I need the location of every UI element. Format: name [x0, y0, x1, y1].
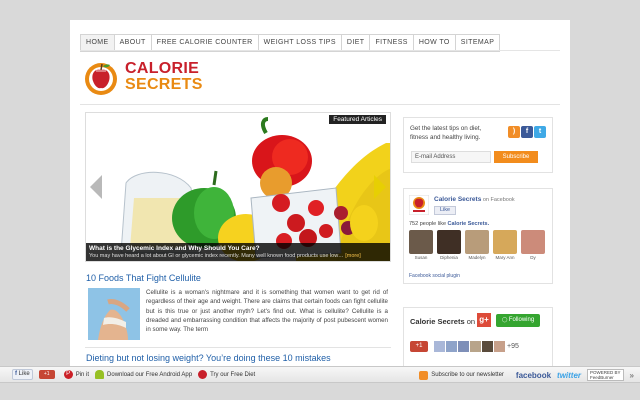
nav-weight-loss-tips[interactable]: WEIGHT LOSS TIPS: [259, 35, 342, 51]
nav-home[interactable]: HOME: [81, 35, 115, 51]
googleplus-widget: Calorie Secrets on g+ Following +1 +95: [403, 307, 553, 369]
nav-fitness[interactable]: FITNESS: [370, 35, 414, 51]
fb-fan[interactable]: Dy: [521, 230, 545, 260]
nav-how-to[interactable]: HOW TO: [414, 35, 456, 51]
facebook-icon[interactable]: f: [521, 126, 533, 138]
featured-articles-tag: Featured Articles: [329, 115, 386, 124]
facebook-small-icon: f: [15, 371, 17, 377]
email-field[interactable]: E-mail Address: [411, 151, 491, 163]
fb-like-button[interactable]: Like: [434, 206, 456, 215]
avatar: [437, 230, 461, 254]
avatar: [409, 230, 433, 254]
bottom-plus-one[interactable]: +1: [38, 370, 58, 379]
page-logo-icon[interactable]: [408, 194, 430, 216]
twitter-icon[interactable]: t: [534, 126, 546, 138]
newsletter-text: Get the latest tips on diet, fitness and…: [410, 125, 482, 141]
avatar: [493, 230, 517, 254]
fb-fan[interactable]: Diphenia: [437, 230, 461, 260]
bottom-right-group: Subscribe to our newsletter facebook twi…: [419, 369, 634, 381]
fb-fans: Susan Diphenia Madelyn Mary Ann Dy: [409, 230, 545, 260]
fb-fan[interactable]: Mary Ann: [493, 230, 517, 260]
slide-caption-text: You may have heard a lot about GI or gly…: [89, 253, 361, 259]
fb-social-plugin-link[interactable]: Facebook social plugin: [409, 273, 460, 279]
avatar: [446, 341, 457, 352]
gp-follower-count: +95: [507, 343, 519, 350]
fan-name: Susan: [414, 255, 428, 260]
apple-icon: [198, 370, 208, 379]
avatar: [482, 341, 493, 352]
fb-fan[interactable]: Susan: [409, 230, 433, 260]
nav-divider: [80, 50, 560, 51]
bottom-pin-it[interactable]: P Pin it: [63, 370, 89, 379]
article2-title[interactable]: Dieting but not losing weight? You’re do…: [86, 353, 331, 363]
facebook-widget: Calorie Secrets on Facebook Like 752 peo…: [403, 188, 553, 284]
fb-like-count: 752 people like Calorie Secrets.: [409, 221, 490, 227]
avatar: [494, 341, 505, 352]
bottom-android-app[interactable]: Download our Free Android App: [95, 370, 192, 379]
slider-next-icon[interactable]: [374, 175, 386, 199]
header-divider: [80, 104, 560, 105]
google-plus-one-icon: +1: [38, 370, 55, 379]
facebook-link[interactable]: facebook: [516, 371, 551, 380]
following-button[interactable]: Following: [496, 314, 540, 327]
avatar: [521, 230, 545, 254]
nav-sitemap[interactable]: SITEMAP: [456, 35, 501, 51]
slider-prev-icon[interactable]: [90, 175, 102, 199]
rss-icon[interactable]: ): [508, 126, 520, 138]
article-divider: [85, 347, 391, 348]
logo-line2: SECRETS: [125, 76, 203, 93]
nav-diet[interactable]: DIET: [342, 35, 371, 51]
featured-slide-image: [86, 113, 390, 261]
gp-page-name[interactable]: Calorie Secrets on: [410, 317, 475, 326]
bottom-toolbar: f Like +1 P Pin it Download our Free And…: [0, 366, 640, 383]
nav-free-calorie-counter[interactable]: FREE CALORIE COUNTER: [152, 35, 259, 51]
avatar: [470, 341, 481, 352]
avatar: [465, 230, 489, 254]
slide-more-link[interactable]: [more]: [345, 253, 361, 259]
twitter-link[interactable]: twitter: [557, 371, 581, 380]
apple-logo-icon: [82, 58, 120, 96]
article-excerpt: Cellulite is a woman's nightmare and it …: [146, 289, 388, 334]
article-title[interactable]: 10 Foods That Fight Cellulite: [86, 273, 201, 283]
avatar: [434, 341, 445, 352]
logo-wordmark: CALORIE SECRETS: [125, 61, 203, 93]
slide-caption-title[interactable]: What is the Glycemic Index and Why Shoul…: [89, 245, 387, 252]
bottom-free-diet[interactable]: Try our Free Diet: [198, 370, 255, 379]
rss-icon: [419, 370, 429, 380]
social-icons: ) f t: [508, 126, 546, 138]
nav-about[interactable]: ABOUT: [115, 35, 152, 51]
page: HOME ABOUT FREE CALORIE COUNTER WEIGHT L…: [70, 20, 570, 370]
google-plus-icon[interactable]: g+: [477, 313, 491, 327]
subscribe-button[interactable]: Subscribe: [494, 151, 538, 163]
site-logo[interactable]: CALORIE SECRETS: [82, 58, 203, 96]
bottom-like[interactable]: f Like: [12, 369, 33, 380]
android-icon: [95, 370, 105, 379]
feedburner-badge[interactable]: POWERED BY FeedBurner: [587, 369, 624, 381]
collapse-icon[interactable]: »: [630, 371, 634, 380]
plus-one-button[interactable]: +1: [410, 341, 428, 352]
slide-caption[interactable]: What is the Glycemic Index and Why Shoul…: [86, 243, 390, 261]
fb-fan[interactable]: Madelyn: [465, 230, 489, 260]
pinterest-icon: P: [63, 370, 73, 379]
avatar: [458, 341, 469, 352]
fb-page-name[interactable]: Calorie Secrets on Facebook: [434, 196, 515, 203]
featured-slider[interactable]: Featured Articles What is the Glycemic I…: [85, 112, 391, 262]
newsletter-widget: Get the latest tips on diet, fitness and…: [403, 117, 553, 173]
logo-line1: CALORIE: [125, 60, 200, 77]
fan-name: Dy: [530, 255, 536, 260]
fan-name: Mary Ann: [495, 255, 515, 260]
fan-name: Madelyn: [468, 255, 486, 260]
bottom-newsletter[interactable]: Subscribe to our newsletter: [419, 370, 504, 380]
fan-name: Diphenia: [440, 255, 458, 260]
gp-followers: [434, 341, 505, 352]
like-pill[interactable]: f Like: [12, 369, 33, 380]
article-thumbnail[interactable]: [88, 288, 140, 340]
